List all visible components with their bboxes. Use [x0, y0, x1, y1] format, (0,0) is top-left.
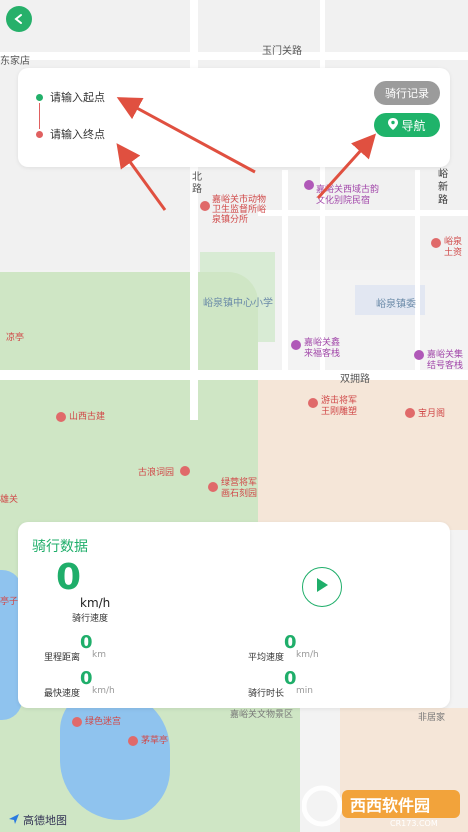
back-button[interactable] [6, 6, 32, 32]
poi-label: 土资 [444, 248, 463, 258]
chevron-left-icon [13, 10, 25, 29]
poi-label: 亭子 [0, 597, 19, 607]
ride-data-card: 骑行数据 0 km/h 骑行速度 里程距离 0 km 平均速度 0 km/h 最… [18, 522, 450, 708]
ride-data-title: 骑行数据 [32, 539, 88, 555]
poi-marker [405, 408, 415, 418]
ride-history-button[interactable]: 骑行记录 [374, 81, 440, 105]
poi-label: 凉亭 [6, 333, 25, 343]
poi-label: 王刚雕塑 [321, 407, 358, 417]
end-input[interactable]: 请输入终点 [50, 126, 105, 142]
poi-marker [208, 482, 218, 492]
end-dot-icon [36, 131, 43, 138]
poi-label: 宝月阁 [418, 409, 446, 419]
poi-label: 画石刻园 [221, 489, 258, 499]
ride-time-value: 0 [284, 668, 297, 689]
speed-unit: km/h [80, 596, 111, 610]
poi-marker [200, 201, 210, 211]
map-label-jiafang: 东家店 [0, 56, 30, 67]
poi-label: 茅草亭 [141, 736, 169, 746]
poi-marker [128, 736, 138, 746]
poi-label: 嘉峪关文物景区 [230, 710, 294, 720]
route-card: 请输入起点 请输入终点 骑行记录 导航 [18, 68, 450, 167]
poi-marker [180, 466, 190, 476]
start-dot-icon [36, 94, 43, 101]
speed-label: 骑行速度 [72, 614, 109, 624]
location-pin-icon [388, 117, 399, 133]
map-provider-logo: 高德地图 [8, 812, 67, 828]
poi-label: 来福客栈 [304, 349, 341, 359]
poi-marker [414, 350, 424, 360]
poi-label: 山西古建 [69, 412, 106, 422]
max-speed-label: 最快速度 [44, 689, 81, 699]
distance-value: 0 [80, 632, 93, 653]
navigate-label: 导航 [401, 118, 426, 133]
distance-label: 里程距离 [44, 653, 81, 663]
poi-label: 古浪词园 [138, 468, 175, 478]
map-label-lu: 路 [192, 184, 202, 195]
poi-label: 雄关 [0, 495, 19, 505]
poi-label: 结号客栈 [427, 361, 464, 371]
play-icon [315, 577, 329, 597]
max-speed-value: 0 [80, 668, 93, 689]
map-label-road-mid: 双拥路 [340, 374, 370, 385]
poi-label: 非居家 [418, 713, 446, 723]
speed-value: 0 [56, 557, 82, 598]
avg-speed-label: 平均速度 [248, 653, 285, 663]
poi-marker [304, 180, 314, 190]
poi-marker [308, 398, 318, 408]
distance-unit: km [92, 650, 106, 660]
ride-time-unit: min [296, 686, 313, 696]
poi-label: 绿色迷宫 [85, 717, 122, 727]
route-connector [39, 103, 40, 129]
avg-speed-unit: km/h [296, 650, 319, 660]
poi-label-school: 峪泉镇中心小学 [203, 298, 273, 309]
poi-label: 泉镇分所 [212, 215, 249, 225]
lake [60, 690, 170, 820]
start-ride-button[interactable] [302, 567, 342, 607]
poi-marker [291, 340, 301, 350]
poi-marker [56, 412, 66, 422]
poi-label: 文化别院民宿 [316, 196, 371, 206]
watermark-logo: 西西软件园 CR173.COM [302, 785, 460, 828]
poi-label: 路 [438, 195, 448, 206]
poi-marker [72, 717, 82, 727]
max-speed-unit: km/h [92, 686, 115, 696]
map-label-road-top: 玉门关路 [262, 46, 302, 57]
navigate-button[interactable]: 导航 [374, 113, 440, 137]
avg-speed-value: 0 [284, 632, 297, 653]
ride-history-label: 骑行记录 [385, 87, 429, 100]
map-provider-label: 高德地图 [23, 814, 67, 827]
navigation-arrow-icon [8, 813, 20, 828]
poi-marker [431, 238, 441, 248]
watermark-sub: CR173.COM [390, 819, 438, 828]
ride-time-label: 骑行时长 [248, 689, 285, 699]
poi-label-town: 峪泉镇委 [376, 299, 416, 310]
watermark-main: 西西软件园 [350, 796, 430, 815]
start-input[interactable]: 请输入起点 [50, 89, 105, 105]
